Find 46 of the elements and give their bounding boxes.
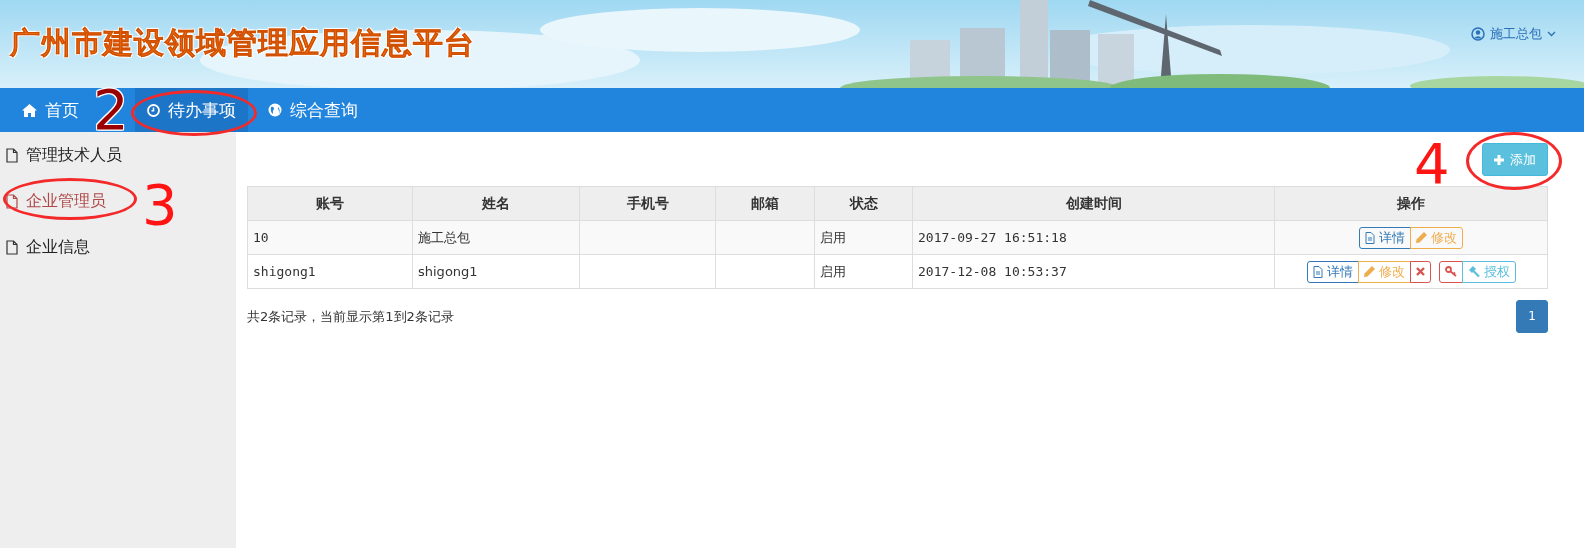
close-icon <box>1415 267 1425 276</box>
column-header: 账号 <box>247 186 413 221</box>
record-summary: 共2条记录，当前显示第1到2条记录 <box>247 308 454 326</box>
chevron-down-icon <box>1547 31 1556 37</box>
table-cell: 启用 <box>814 220 913 255</box>
sidebar-item[interactable]: 管理技术人员 <box>0 144 122 166</box>
column-header: 操作 <box>1274 186 1548 221</box>
nav-tab[interactable]: 首页 <box>10 88 91 132</box>
delete-button[interactable] <box>1409 260 1431 283</box>
gavel-icon <box>1467 265 1480 278</box>
document-icon <box>6 193 18 209</box>
sidebar-item[interactable]: 企业管理员 <box>0 190 106 212</box>
table-cell: 2017-12-08 10:53:37 <box>912 254 1275 289</box>
page-button[interactable]: 1 <box>1516 300 1548 333</box>
table-cell: shigong1 <box>412 254 580 289</box>
detail-button[interactable]: 详情 <box>1359 226 1411 249</box>
pencil-icon <box>1363 266 1375 277</box>
home-icon <box>22 103 37 117</box>
nav-tab[interactable]: 待办事项 <box>134 88 248 132</box>
document-icon <box>1365 231 1375 244</box>
document-icon <box>6 147 18 163</box>
table-cell: 启用 <box>814 254 913 289</box>
detail-button[interactable]: 详情 <box>1306 260 1359 283</box>
annotation-number: 3 <box>142 177 178 233</box>
site-title: 广州市建设领域管理应用信息平台 <box>10 23 475 62</box>
clock-icon <box>146 103 160 117</box>
plus-icon <box>1494 154 1504 165</box>
table-cell: 10 <box>247 220 413 255</box>
sidebar-item[interactable]: 企业信息 <box>0 236 90 258</box>
user-icon <box>1471 27 1485 41</box>
key-button[interactable] <box>1438 260 1463 283</box>
column-header: 手机号 <box>579 186 716 221</box>
pencil-icon <box>1416 232 1427 243</box>
document-icon <box>1312 265 1323 278</box>
column-header: 状态 <box>814 186 913 221</box>
table-cell: shigong1 <box>247 254 413 289</box>
annotation-number: 2 <box>93 82 129 138</box>
document-icon <box>6 239 18 255</box>
table-cell: 施工总包 <box>412 220 580 255</box>
column-header: 创建时间 <box>912 186 1275 221</box>
key-icon <box>1444 266 1457 277</box>
nav-tab[interactable]: 综合查询 <box>255 88 370 132</box>
table-cell: 2017-09-27 16:51:18 <box>912 220 1275 255</box>
column-header: 邮箱 <box>715 186 815 221</box>
user-menu[interactable]: 施工总包 <box>1471 25 1556 43</box>
column-header: 姓名 <box>412 186 580 221</box>
